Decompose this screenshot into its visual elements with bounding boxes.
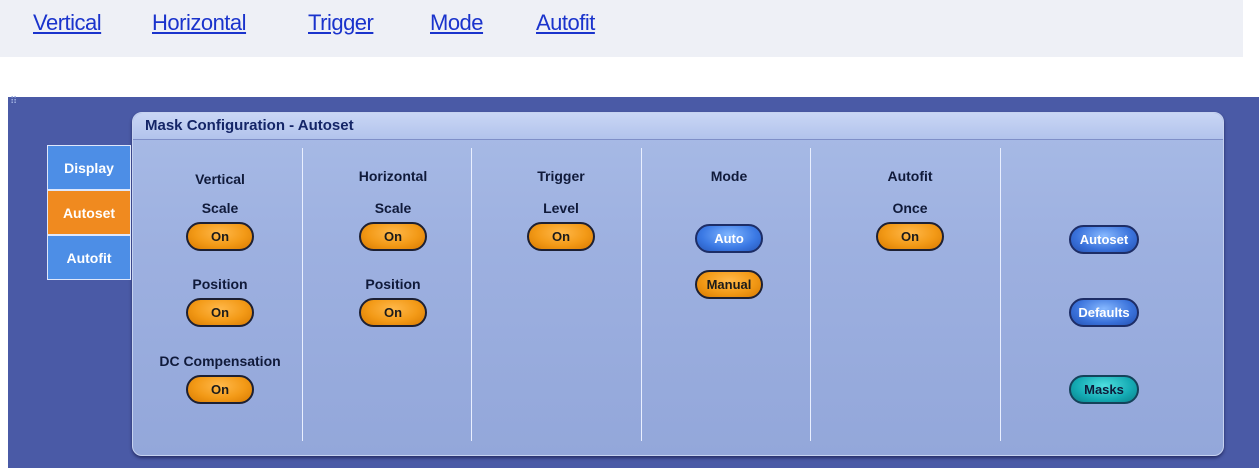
horizontal-position-toggle[interactable]: On: [359, 298, 427, 327]
resize-grip-icon: ⠿: [10, 96, 18, 107]
mode-auto-button[interactable]: Auto: [695, 224, 763, 253]
mask-configuration-panel: Mask Configuration - Autoset: [132, 112, 1224, 456]
dc-compensation-label: DC Compensation: [159, 353, 281, 369]
autofit-once-label: Once: [892, 200, 928, 216]
horizontal-position-label: Position: [365, 276, 421, 292]
column-divider: [471, 148, 472, 441]
horizontal-header: Horizontal: [358, 168, 428, 184]
column-divider: [810, 148, 811, 441]
dc-compensation-toggle[interactable]: On: [186, 375, 254, 404]
autoset-button[interactable]: Autoset: [1069, 225, 1139, 254]
autofit-header: Autofit: [887, 168, 933, 184]
vertical-scale-label: Scale: [201, 200, 239, 216]
panel-title: Mask Configuration - Autoset: [145, 117, 354, 134]
column-divider: [302, 148, 303, 441]
link-mode[interactable]: Mode: [430, 10, 484, 36]
mode-header: Mode: [710, 168, 748, 184]
side-tabs: Display Autoset Autofit: [47, 145, 132, 280]
trigger-level-label: Level: [543, 200, 579, 216]
link-trigger[interactable]: Trigger: [308, 10, 374, 36]
top-link-bar: Vertical Horizontal Trigger Mode Autofit: [0, 0, 1243, 57]
link-horizontal[interactable]: Horizontal: [152, 10, 247, 36]
tab-display[interactable]: Display: [47, 145, 131, 190]
tab-autoset[interactable]: Autoset: [47, 190, 131, 235]
trigger-header: Trigger: [537, 168, 585, 184]
link-autofit[interactable]: Autofit: [536, 10, 595, 36]
horizontal-scale-toggle[interactable]: On: [359, 222, 427, 251]
vertical-header: Vertical: [195, 171, 245, 187]
trigger-level-toggle[interactable]: On: [527, 222, 595, 251]
mode-manual-button[interactable]: Manual: [695, 270, 763, 299]
column-divider: [1000, 148, 1001, 441]
link-vertical[interactable]: Vertical: [33, 10, 102, 36]
panel-title-bar: Mask Configuration - Autoset: [133, 113, 1223, 140]
horizontal-scale-label: Scale: [374, 200, 412, 216]
column-divider: [641, 148, 642, 441]
tab-autofit[interactable]: Autofit: [47, 235, 131, 280]
vertical-position-label: Position: [192, 276, 248, 292]
defaults-button[interactable]: Defaults: [1069, 298, 1139, 327]
vertical-position-toggle[interactable]: On: [186, 298, 254, 327]
masks-button[interactable]: Masks: [1069, 375, 1139, 404]
vertical-scale-toggle[interactable]: On: [186, 222, 254, 251]
autofit-once-toggle[interactable]: On: [876, 222, 944, 251]
